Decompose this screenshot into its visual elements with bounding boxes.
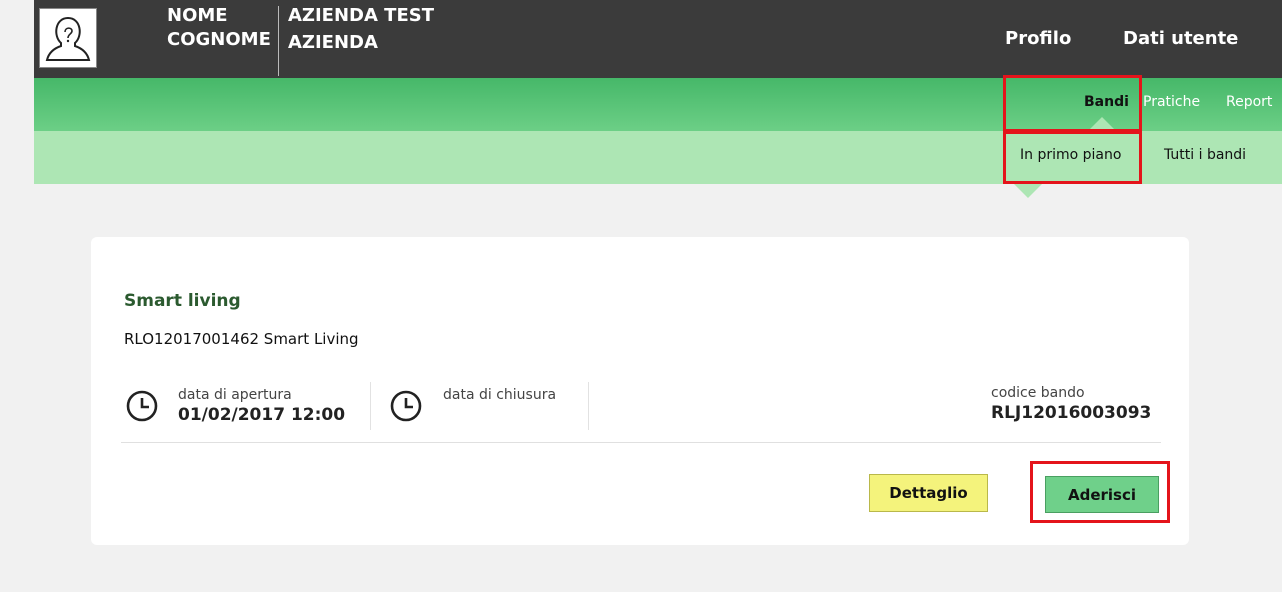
bando-title[interactable]: Smart living [124, 291, 241, 311]
clock-icon [390, 390, 422, 422]
company-line-2: AZIENDA [288, 32, 378, 53]
nav-profilo[interactable]: Profilo [1005, 28, 1071, 49]
highlight-aderisci [1030, 461, 1170, 523]
chiusura-label: data di chiusura [443, 387, 557, 403]
submenu-active-indicator [1014, 184, 1042, 198]
user-last-name: COGNOME [167, 29, 271, 50]
apertura-value: 01/02/2017 12:00 [178, 405, 346, 425]
highlight-in-primo-piano [1003, 131, 1142, 184]
header-divider [278, 6, 279, 76]
bando-subtitle: RLO12017001462 Smart Living [124, 330, 359, 348]
divider [588, 382, 589, 430]
menu-item-pratiche[interactable]: Pratiche [1143, 94, 1200, 110]
dettaglio-button[interactable]: Dettaglio [869, 474, 988, 512]
user-name: NOME COGNOME [167, 4, 271, 52]
submenu-item-tutti-i-bandi[interactable]: Tutti i bandi [1164, 147, 1246, 163]
codice-bando-value: RLJ12016003093 [991, 403, 1152, 423]
user-first-name: NOME [167, 5, 228, 26]
menu-item-report[interactable]: Report [1226, 94, 1272, 110]
clock-icon [126, 390, 158, 422]
apertura-label: data di apertura [178, 387, 292, 403]
user-avatar-icon[interactable] [39, 8, 97, 68]
highlight-bandi [1003, 75, 1142, 132]
company-line-1: AZIENDA TEST [288, 5, 434, 26]
bando-card: Smart living RLO12017001462 Smart Living… [91, 237, 1189, 545]
top-header: NOME COGNOME AZIENDA TEST AZIENDA Profil… [34, 0, 1282, 78]
divider [370, 382, 371, 430]
company-name: AZIENDA TEST AZIENDA [288, 2, 434, 56]
nav-dati-utente[interactable]: Dati utente [1123, 28, 1238, 49]
codice-bando-label: codice bando [991, 385, 1085, 401]
card-divider [121, 442, 1161, 443]
